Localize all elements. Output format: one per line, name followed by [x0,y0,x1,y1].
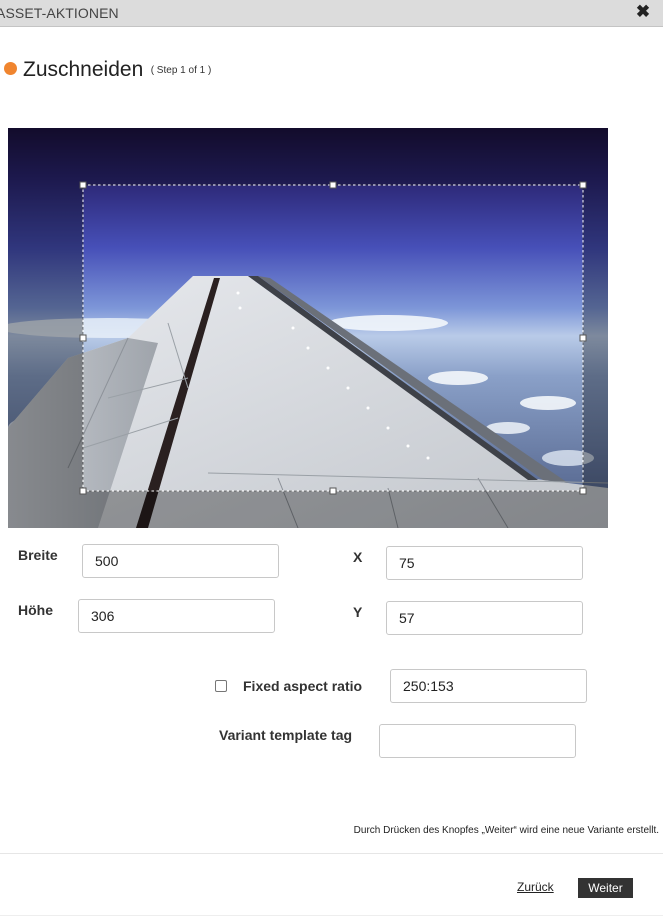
step-title: Zuschneiden [23,58,144,81]
step-counter: ( Step 1 of 1 ) [150,64,212,76]
step-heading: Zuschneiden ( Step 1 of 1 ) [4,58,211,82]
airplane-wing-image [8,128,608,528]
next-button[interactable]: Weiter [578,878,633,898]
y-input[interactable] [386,601,583,635]
variant-template-tag-label: Variant template tag [219,727,353,743]
x-input[interactable] [386,546,583,580]
bottom-divider [0,915,663,916]
step-indicator-dot [4,61,17,75]
dialog-titlebar: ASSET-AKTIONEN ✖ [0,0,663,27]
x-label: X [353,549,363,565]
crop-image-area[interactable] [8,128,608,528]
fixed-aspect-ratio-checkbox[interactable] [215,680,227,692]
back-link[interactable]: Zurück [517,880,554,894]
width-label: Breite [18,547,58,563]
close-icon[interactable]: ✖ [635,3,651,21]
height-label: Höhe [18,602,53,618]
footer-note: Durch Drücken des Knopfes „Weiter“ wird … [353,825,659,836]
height-input[interactable] [78,599,275,633]
footer-divider [0,853,663,854]
fixed-aspect-ratio-label: Fixed aspect ratio [243,678,363,694]
width-input[interactable] [82,544,279,578]
dialog-title: ASSET-AKTIONEN [0,5,119,21]
y-label: Y [353,604,363,620]
aspect-ratio-input[interactable] [390,669,587,703]
variant-template-tag-input[interactable] [379,724,576,758]
